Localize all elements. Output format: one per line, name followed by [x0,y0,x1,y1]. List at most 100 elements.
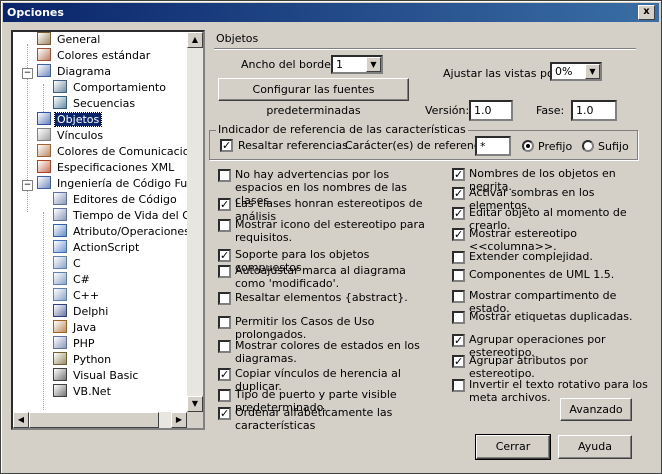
tree-vertical-scrollbar[interactable]: ▲ ▼ [187,32,203,412]
fit-views-label: Ajustar las vistas por: [443,67,562,80]
option-checkbox[interactable] [218,219,231,232]
tree-item-label: VB.Net [73,385,111,398]
tree-item[interactable]: Colores estándar [37,48,152,64]
option-checkbox[interactable] [452,290,465,303]
tree-item[interactable]: Comportamiento [53,80,168,96]
tree-item[interactable]: C++ [53,288,101,304]
option-checkbox[interactable]: ✓ [452,228,465,241]
option-checkbox[interactable]: ✓ [452,168,465,181]
collapse-source-icon[interactable]: − [22,180,33,191]
csharp-icon [53,272,67,285]
tree-item-label: Visual Basic [73,369,139,382]
tree-item-label: C++ [73,289,100,302]
tree-item[interactable]: Secuencias [53,96,137,112]
tree-item-label: Editores de Código [73,193,177,206]
option-checkbox[interactable] [452,379,465,392]
option-checkbox[interactable]: ✓ [218,249,231,262]
option-label: Componentes de UML 1.5. [469,268,615,281]
tree-item-label: Comportamiento [73,81,166,94]
tree-item-label: Atributo/Operaciones [73,225,187,238]
tree-item[interactable]: Ingeniería de Código Fuente [37,176,187,192]
tree-item[interactable]: General [37,32,102,48]
chevron-down-icon[interactable]: ▼ [585,64,600,79]
section-title: Objetos [216,32,259,45]
scroll-corner [187,412,203,428]
tree-item[interactable]: Python [53,352,113,368]
option-checkbox[interactable] [218,169,231,182]
option-checkbox[interactable] [452,251,465,264]
advanced-button[interactable]: Avanzado [560,398,632,421]
reference-chars-input[interactable]: * [475,136,511,156]
scroll-left-icon[interactable]: ◀ [13,412,29,428]
palette-icon [37,48,51,61]
prefix-label: Prefijo [538,140,573,153]
tree-item-label: Diagrama [57,65,111,78]
tree-horizontal-scrollbar[interactable]: ◀ ▶ [13,412,187,428]
highlight-references-checkbox[interactable]: ✓ [220,139,233,152]
tree-item[interactable]: C [53,256,83,272]
tree-item[interactable]: Visual Basic [53,368,140,384]
option-checkbox[interactable]: ✓ [452,334,465,347]
tree-item-label: Delphi [73,305,109,318]
options-tree[interactable]: − − General Colores estándar Diagrama Compo… [11,30,205,430]
tree-item[interactable]: Editores de Código [53,192,179,208]
delphi-icon [53,304,67,317]
title-bar[interactable]: Opciones x [3,3,659,22]
tree-item[interactable]: Java [53,320,98,336]
link-icon [37,128,51,141]
tree-item[interactable]: Objetos [37,112,103,128]
tree-item[interactable]: Atributo/Operaciones [53,224,187,240]
option-checkbox[interactable] [218,265,231,278]
behavior-icon [53,80,67,93]
tree-item-label: Especificaciones XML [57,161,175,174]
phase-label: Fase: [536,104,565,117]
help-button[interactable]: Ayuda [558,435,632,459]
close-window-button[interactable]: x [638,5,655,20]
option-checkbox[interactable] [452,311,465,324]
objects-icon [37,112,51,125]
option-checkbox[interactable] [218,316,231,329]
tree-item[interactable]: Diagrama [37,64,113,80]
tree-item[interactable]: ActionScript [53,240,141,256]
border-width-select[interactable]: 1 ▼ [331,55,383,74]
option-checkbox[interactable] [452,269,465,282]
border-width-label: Ancho del borde: [241,58,335,71]
tree-item-label: General [57,33,101,46]
tree-item[interactable]: Vínculos [37,128,105,144]
option-checkbox[interactable]: ✓ [452,207,465,220]
tree-item[interactable]: VB.Net [53,384,113,400]
option-checkbox[interactable]: ✓ [452,187,465,200]
tree-item[interactable]: Tiempo de Vida del Objeto [53,208,187,224]
option-checkbox[interactable]: ✓ [218,368,231,381]
option-checkbox[interactable]: ✓ [218,198,231,211]
version-input[interactable]: 1.0 [469,100,513,121]
tree-item[interactable]: Especificaciones XML [37,160,176,176]
phase-input[interactable]: 1.0 [571,100,617,121]
close-button[interactable]: Cerrar [475,434,551,460]
tree-item-label: Secuencias [73,97,136,110]
chevron-down-icon[interactable]: ▼ [366,57,381,72]
actionscript-icon [53,240,67,253]
option-checkbox[interactable] [218,389,231,402]
option-checkbox[interactable] [218,340,231,353]
scroll-right-icon[interactable]: ▶ [171,412,187,428]
option-label: Extender complejidad. [469,250,593,263]
tree-item[interactable]: PHP [53,336,97,352]
tree-item[interactable]: Delphi [53,304,110,320]
reference-group-title: Indicador de referencia de las caracterí… [216,123,468,136]
configure-fonts-button[interactable]: Configurar las fuentes predeterminadas [218,78,409,117]
option-checkbox[interactable]: ✓ [218,407,231,420]
tree-item[interactable]: Colores de Comunicaciones [37,144,187,160]
collapse-diagrama-icon[interactable]: − [22,68,33,79]
option-label: Mostrar icono del estereotipo para requi… [235,218,425,244]
vbnet-icon [53,384,67,397]
scroll-thumb[interactable] [29,412,159,428]
scroll-up-icon[interactable]: ▲ [187,32,203,48]
scroll-down-icon[interactable]: ▼ [187,396,203,412]
tree-item[interactable]: C# [53,272,92,288]
prefix-radio[interactable] [522,140,534,152]
option-checkbox[interactable] [218,292,231,305]
option-checkbox[interactable]: ✓ [452,355,465,368]
suffix-radio[interactable] [582,140,594,152]
fit-views-select[interactable]: 0% ▼ [550,62,602,81]
